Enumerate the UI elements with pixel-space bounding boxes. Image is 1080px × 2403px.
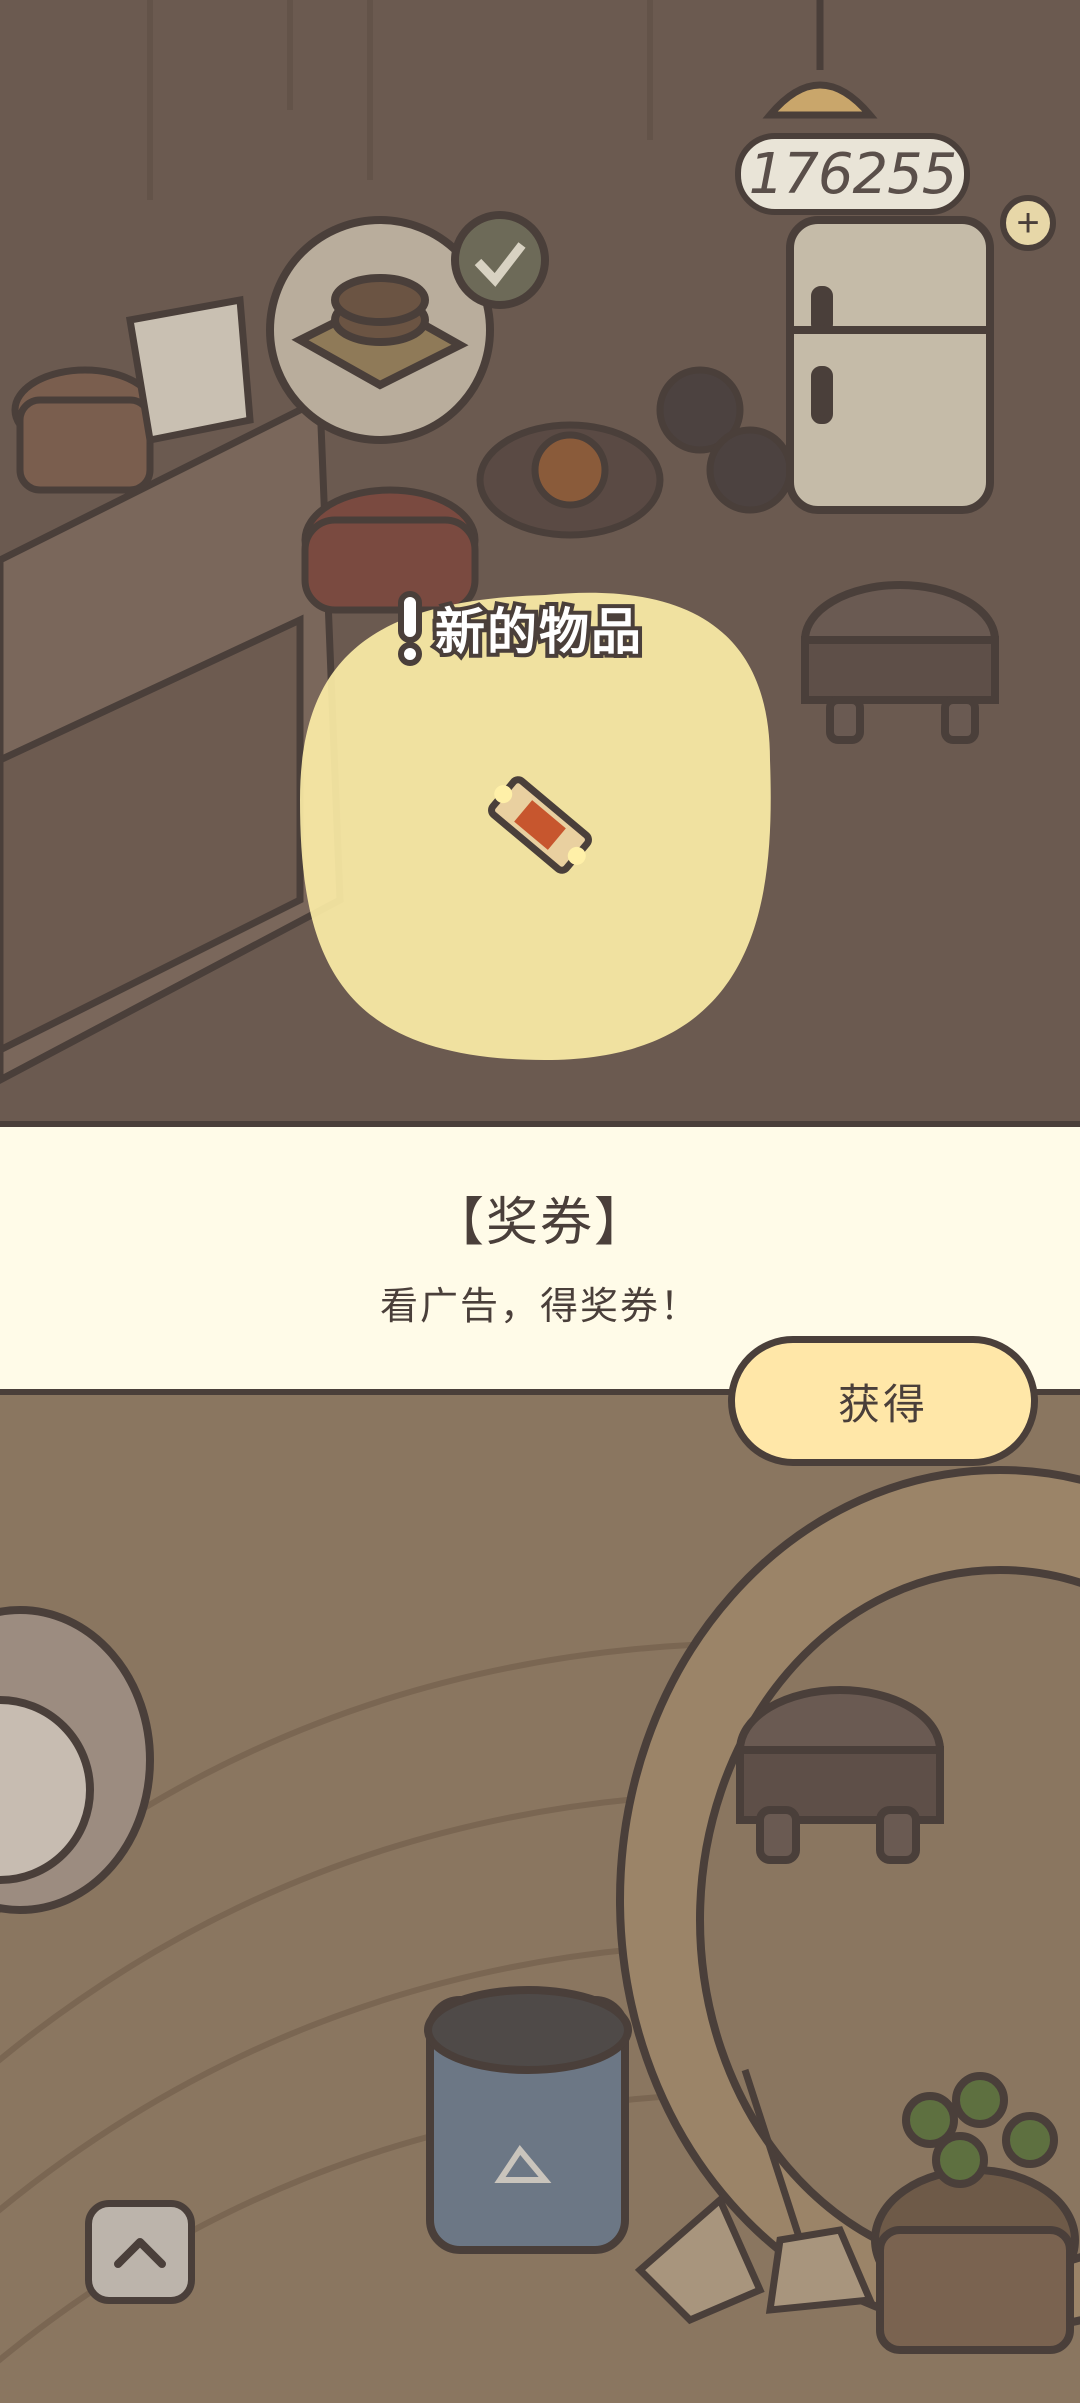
exclamation-icon [398, 591, 422, 666]
new-item-title: 新的物品 [431, 599, 645, 665]
coin-counter: 176255 [735, 133, 970, 215]
item-name: 【奖券】 [431, 1194, 648, 1252]
collapse-button[interactable] [85, 2200, 195, 2304]
obtain-button[interactable]: 获得 [728, 1336, 1038, 1466]
plus-icon[interactable]: + [1000, 195, 1056, 251]
item-description: 看广告，得奖券！ [379, 1286, 700, 1328]
chevron-up-icon [114, 2238, 166, 2268]
coin-count: 176255 [748, 141, 958, 207]
new-item-header: 新的物品 [395, 588, 645, 668]
